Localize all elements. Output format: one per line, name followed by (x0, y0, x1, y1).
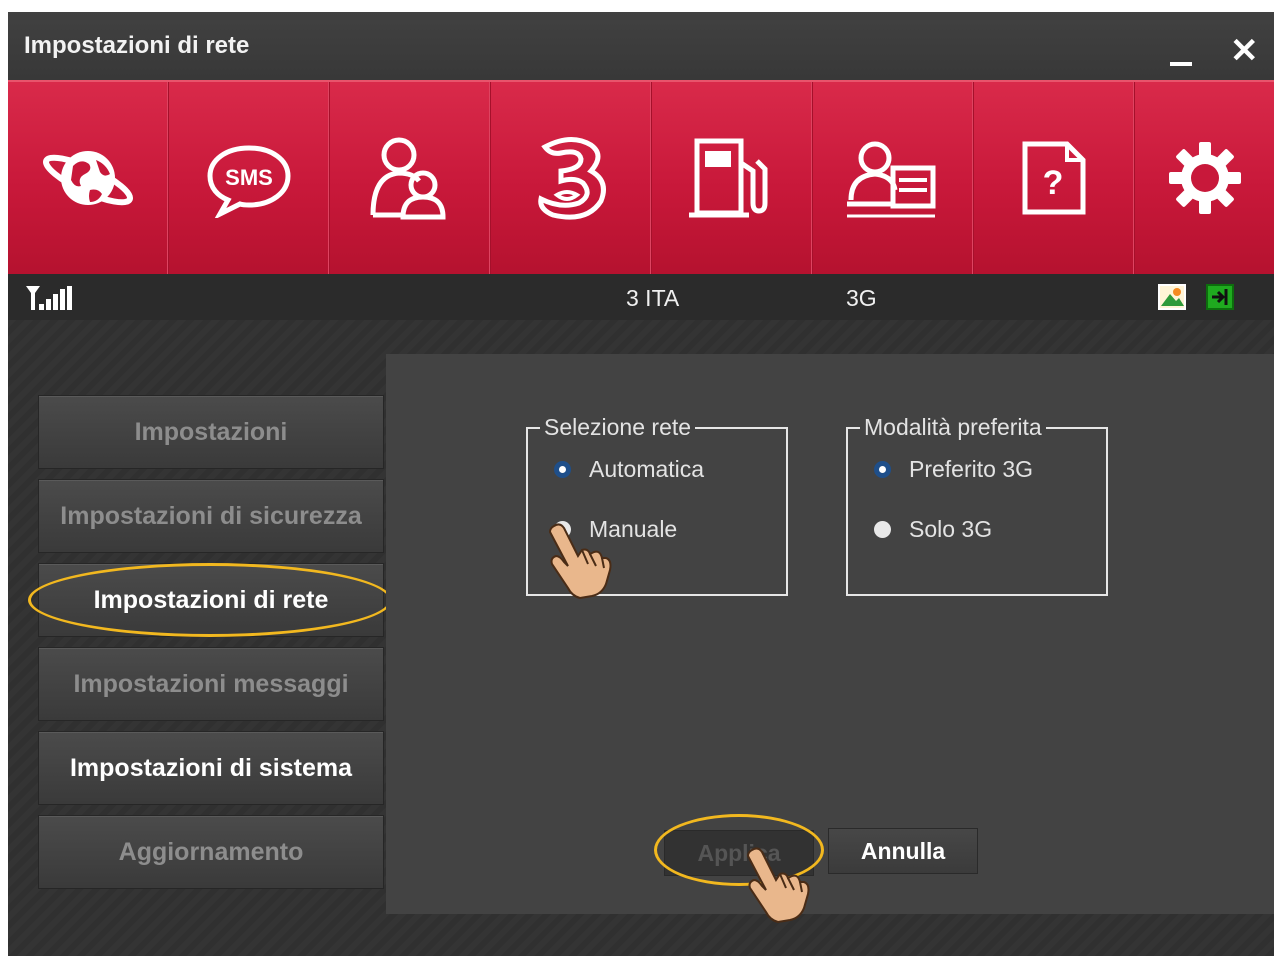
radio-label: Preferito 3G (909, 456, 1033, 482)
connect-icon[interactable] (1206, 284, 1234, 310)
sidebar-item-security[interactable]: Impostazioni di sicurezza (38, 479, 384, 553)
signal-strength-icon (26, 286, 72, 310)
radio-dot-checked (554, 461, 571, 478)
sidebar-item-update[interactable]: Aggiornamento (38, 815, 384, 889)
apply-button[interactable]: Applica (664, 830, 814, 876)
fuel-pump-icon (689, 138, 768, 218)
radio-solo-3g[interactable]: Solo 3G (874, 516, 992, 543)
sidebar-item-label: Impostazioni di rete (93, 585, 329, 614)
toolbar-internet-button[interactable] (8, 82, 169, 274)
preferred-mode-legend: Modalità preferita (864, 414, 1042, 440)
settings-panel: Selezione rete Automatica Manuale Modali… (386, 354, 1274, 924)
user-card-icon (847, 141, 936, 218)
radio-automatica[interactable]: Automatica (554, 456, 704, 483)
window-title: Impostazioni di rete (24, 32, 250, 59)
radio-label: Automatica (589, 456, 705, 482)
status-bar: 3 ITA 3G (8, 274, 1274, 320)
radio-label: Solo 3G (909, 516, 993, 542)
sidebar-item-messages[interactable]: Impostazioni messaggi (38, 647, 384, 721)
network-selection-group: Selezione rete (526, 414, 788, 596)
radio-manuale[interactable]: Manuale (554, 516, 677, 543)
radio-dot (874, 521, 891, 538)
title-bar: Impostazioni di rete ✕ (8, 12, 1274, 80)
operator-name: 3 ITA (626, 285, 680, 311)
sidebar-item-network[interactable]: Impostazioni di rete (38, 563, 384, 637)
cancel-button[interactable]: Annulla (828, 828, 978, 874)
help-document-icon: ? (1022, 141, 1086, 215)
sidebar-item-label: Aggiornamento (118, 837, 304, 866)
sms-icon: SMS (207, 145, 291, 218)
app-window: Impostazioni di rete ✕ SMS ? 3 ITA 3G Im… (8, 12, 1274, 956)
minimize-button[interactable] (1170, 38, 1192, 66)
close-button[interactable]: ✕ (1230, 34, 1259, 68)
toolbar-help-button[interactable]: ? (974, 82, 1135, 274)
radio-label: Manuale (589, 516, 678, 542)
toolbar-account-button[interactable] (813, 82, 974, 274)
sms-icon-label: SMS (225, 165, 273, 190)
globe-icon (43, 151, 133, 206)
toolbar-settings-button[interactable] (1135, 82, 1274, 274)
sidebar-item-label: Impostazioni di sistema (69, 753, 352, 782)
preferred-mode-group: Modalità preferita (846, 414, 1108, 596)
toolbar-contacts-button[interactable] (330, 82, 491, 274)
sidebar-item-label: Impostazioni di sicurezza (60, 501, 362, 530)
toolbar-sms-button[interactable]: SMS (169, 82, 330, 274)
radio-dot (554, 521, 571, 538)
sidebar-item-impostazioni[interactable]: Impostazioni (38, 395, 384, 469)
contacts-icon (370, 137, 446, 220)
radio-preferito-3g[interactable]: Preferito 3G (874, 456, 1033, 483)
toolbar-credit-button[interactable] (652, 82, 813, 274)
network-type: 3G (846, 285, 877, 311)
sidebar-item-label: Impostazioni messaggi (73, 669, 349, 698)
sidebar-item-system[interactable]: Impostazioni di sistema (38, 731, 384, 805)
network-selection-legend: Selezione rete (544, 414, 692, 440)
main-toolbar: SMS ? (8, 80, 1274, 274)
help-icon-label: ? (1043, 164, 1064, 202)
three-logo-icon (538, 137, 606, 220)
image-icon[interactable] (1158, 284, 1186, 310)
sidebar-item-label: Impostazioni (134, 417, 288, 446)
toolbar-three-button[interactable] (491, 82, 652, 274)
radio-dot-checked (874, 461, 891, 478)
gear-icon (1168, 142, 1241, 214)
